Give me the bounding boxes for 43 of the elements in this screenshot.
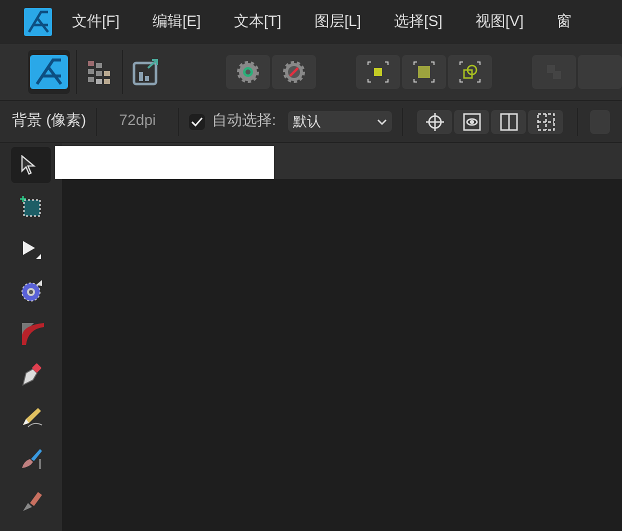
export-icon	[132, 58, 160, 86]
eye-frame-icon	[462, 112, 482, 132]
app-logo-icon	[29, 54, 70, 90]
align-button[interactable]	[417, 110, 452, 134]
gear-icon	[20, 279, 44, 303]
node-arrow-icon	[20, 238, 42, 260]
dpi-label: 72dpi	[118, 111, 157, 132]
auto-select-label: 自动选择:	[212, 111, 276, 132]
overlapping-shapes-icon	[458, 60, 482, 84]
gear-icon	[236, 60, 260, 84]
gear-slash-icon	[282, 60, 306, 84]
menu-item[interactable]: 窗	[556, 10, 572, 34]
check-icon	[190, 116, 203, 126]
shapes-button[interactable]	[448, 55, 492, 89]
dropdown[interactable]: 默认	[288, 111, 392, 132]
settings-button[interactable]	[226, 55, 270, 89]
corner-tool-icon	[20, 321, 44, 345]
select-grid-button[interactable]	[402, 55, 446, 89]
tool-button[interactable]	[11, 147, 51, 183]
pencil-icon	[20, 405, 44, 429]
checkbox[interactable]	[188, 114, 205, 130]
paint-brush-icon	[20, 447, 44, 471]
crosshair-icon	[424, 112, 445, 132]
gear-slash-button[interactable]	[272, 55, 316, 89]
menu-item[interactable]: 视图[V]	[475, 10, 524, 34]
crop-icon	[20, 196, 42, 218]
chevron-down-icon	[377, 118, 388, 124]
select-all-button[interactable]	[356, 55, 400, 89]
pointer-icon	[20, 155, 36, 175]
align-button[interactable]	[454, 110, 490, 134]
layer-label: 背景 (像素)	[11, 111, 88, 132]
menu-item[interactable]: 选择[S]	[394, 10, 442, 34]
align-button[interactable]	[528, 110, 564, 134]
menu-item[interactable]: 编辑[E]	[152, 10, 201, 34]
menu-item[interactable]: 文件[F]	[72, 10, 120, 34]
align-button[interactable]	[491, 110, 526, 134]
menu-item[interactable]: 文本[T]	[234, 10, 282, 34]
menu-item[interactable]: 图层[L]	[314, 10, 362, 34]
pen-nib-icon	[20, 363, 42, 387]
split-frame-icon	[498, 112, 519, 132]
persona-button[interactable]	[28, 50, 70, 94]
app-logo-icon	[24, 8, 52, 36]
brush-tool-icon	[20, 489, 44, 513]
